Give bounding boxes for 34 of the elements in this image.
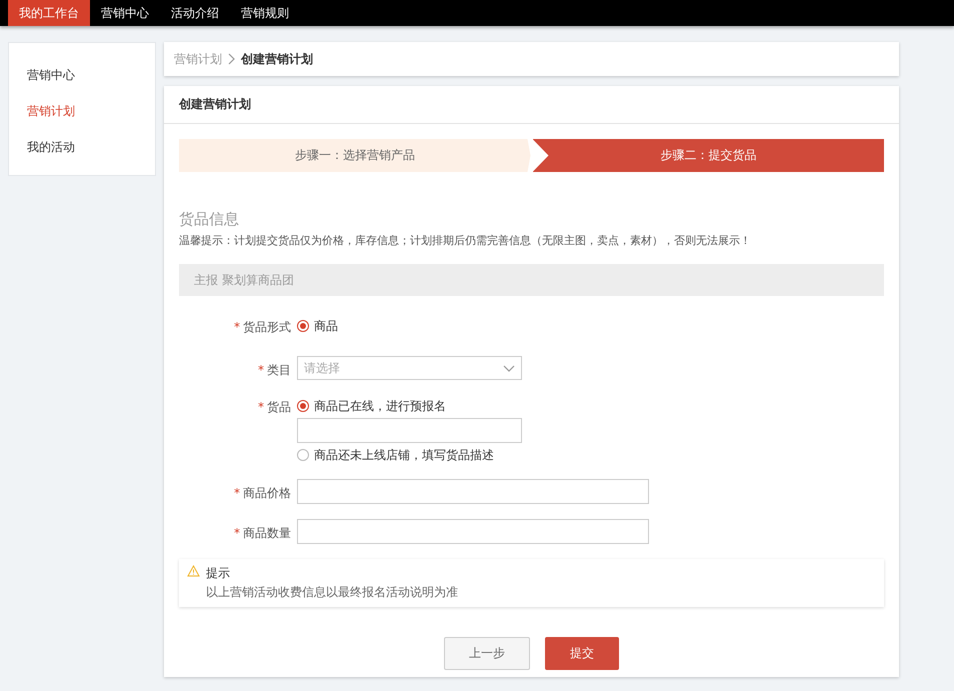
field-label: * 货品 (257, 399, 291, 416)
breadcrumb-current: 创建营销计划 (241, 50, 313, 68)
radio-option[interactable]: 商品已在线，进行预报名 (297, 396, 522, 416)
field-label: * 商品数量 (233, 525, 291, 542)
warning-icon (187, 565, 200, 577)
nav-tab[interactable]: 我的工作台 (8, 0, 90, 26)
text-field[interactable] (297, 479, 649, 504)
nav-tab[interactable]: 活动介绍 (160, 0, 230, 26)
radio-icon[interactable] (297, 449, 309, 461)
sidebar-item[interactable]: 营销中心 (9, 57, 155, 93)
text-field[interactable] (297, 519, 649, 544)
radio-option[interactable]: 商品还未上线店铺，填写货品描述 (297, 445, 522, 465)
chevron-right-icon (228, 53, 235, 65)
sidebar-item[interactable]: 营销计划 (9, 93, 155, 129)
nav-tab[interactable]: 营销中心 (90, 0, 160, 26)
sidebar-item[interactable]: 我的活动 (9, 129, 155, 165)
radio-icon[interactable] (297, 400, 309, 412)
goods-field[interactable] (297, 418, 522, 443)
card-title: 创建营销计划 (164, 86, 899, 124)
section-title: 货品信息 (179, 210, 240, 229)
nav-tab[interactable]: 营销规则 (230, 0, 300, 26)
tip-title: 提示 (206, 565, 231, 582)
field-label: * 类目 (257, 362, 291, 379)
chevron-down-icon (503, 364, 515, 372)
notice-text: 温馨提示：计划提交货品仅为价格，库存信息；计划排期后仍需完善信息（无限主图，卖点，素材），否则无法展示！ (179, 233, 752, 248)
back-button[interactable]: 上一步 (444, 637, 530, 670)
submit-button[interactable]: 提交 (545, 637, 619, 670)
select-placeholder: 请选择 (304, 360, 340, 376)
field-label: * 商品价格 (233, 485, 291, 502)
radio-icon[interactable] (297, 320, 309, 332)
tip-text: 以上营销活动收费信息以最终报名活动说明为准 (206, 584, 458, 601)
field-label: * 货品形式 (233, 319, 291, 336)
group-header: 主报 聚划算商品团 (179, 264, 884, 296)
radio-option[interactable]: 商品 (297, 316, 338, 336)
